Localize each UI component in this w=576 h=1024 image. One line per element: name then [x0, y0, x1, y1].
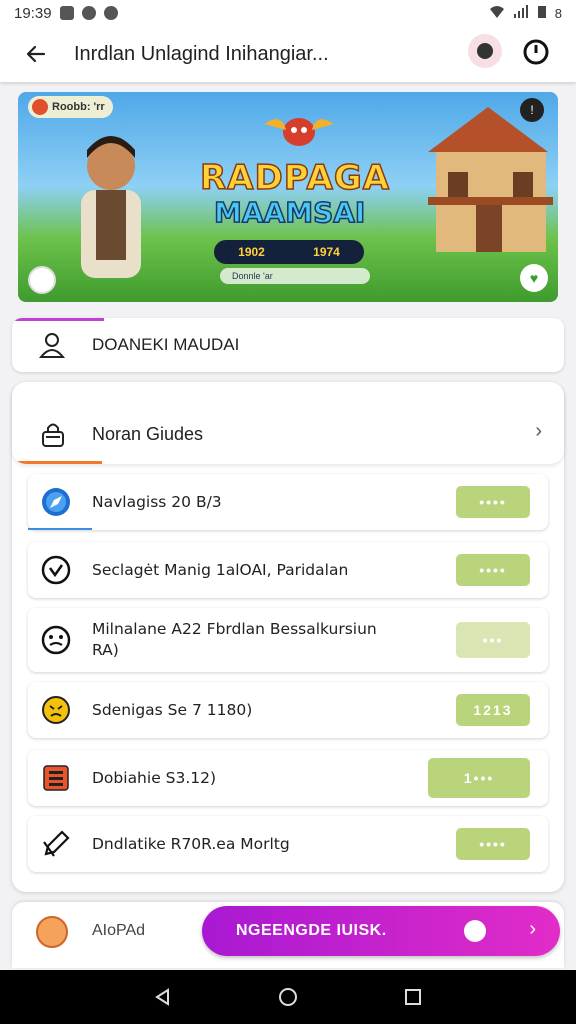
banner-stat-right: 1974: [313, 245, 340, 259]
list-item[interactable]: Sdenigas Se 7 1180) 1213: [28, 682, 548, 738]
system-nav-bar: [0, 970, 576, 1024]
face-icon: [41, 625, 71, 655]
square-recents-icon: [405, 989, 422, 1005]
book-icon: [43, 765, 69, 791]
chat-icon: [464, 920, 486, 942]
wifi-icon: [489, 5, 505, 22]
list-item[interactable]: Seclagėt Manig 1alOAI, Paridalan ••••: [28, 542, 548, 598]
list-item-label: Dobiahie S3.12): [92, 768, 217, 787]
banner-subtitle: MAAMSAI: [213, 195, 366, 230]
app-bar: Inrdlan Unlagind Inihangiar...: [0, 26, 576, 82]
list-item-pill[interactable]: 1•••: [428, 758, 530, 798]
list-item-pill[interactable]: •••: [456, 622, 530, 658]
signal-icon: [513, 4, 529, 22]
account-label: DOANEKI MAUDAI: [92, 335, 240, 354]
message-icon: [103, 6, 118, 20]
character-illustration: [81, 136, 141, 278]
list-item-label: Dndlatike R70R.ea Morltg: [92, 834, 290, 853]
emoji-face-icon: [36, 916, 68, 948]
chevron-right-icon: ›: [535, 420, 542, 442]
status-bar: 19:39 8: [0, 0, 576, 26]
bottom-label: AIoPAd: [92, 922, 146, 939]
nav-back-button[interactable]: [143, 977, 183, 1017]
guides-header-label: Noran Giudes: [92, 423, 204, 444]
chevron-right-icon: ›: [529, 918, 536, 940]
list-item-pill[interactable]: 1213: [456, 694, 530, 726]
lock-icon: [42, 423, 64, 447]
clock-icon: [41, 555, 71, 585]
house-illustration: [428, 107, 553, 252]
banner-stat-left: 1902: [238, 245, 265, 259]
list-item[interactable]: Dobiahie S3.12) 1•••: [28, 750, 548, 806]
account-card[interactable]: DOANEKI MAUDAI: [12, 318, 564, 372]
notification-icon: [81, 6, 96, 20]
list-item-label: Milnalane A22 Fbrdlan Bessalkursiun RA): [92, 620, 377, 659]
battery-icon: [537, 5, 547, 22]
edit-icon: [43, 830, 70, 857]
banner-stats: 1902 1974: [214, 240, 364, 264]
list-item-label: Sdenigas Se 7 1180): [92, 700, 253, 719]
nav-home-button[interactable]: [268, 977, 308, 1017]
list-item-pill[interactable]: ••••: [456, 828, 530, 860]
emoji-icon: [42, 696, 70, 724]
banner-info-icon[interactable]: !: [520, 98, 544, 122]
banner-avatar: [28, 266, 56, 294]
list-item-pill[interactable]: ••••: [456, 486, 530, 518]
guides-panel: Noran Giudes › Navlagiss 20 B/3 •••• Sec…: [12, 382, 564, 892]
list-item[interactable]: Dndlatike R70R.ea Morltg ••••: [28, 816, 548, 872]
triangle-back-icon: [154, 988, 169, 1006]
guides-header[interactable]: Noran Giudes ›: [12, 382, 564, 464]
arrow-left-icon: [26, 45, 46, 63]
banner-badge: Roobb: 'rr: [28, 96, 113, 118]
banner-title: RADPAGA: [199, 157, 391, 199]
list-item-label: Navlagiss 20 B/3: [92, 492, 222, 511]
banner-caption: Donnle 'ar: [220, 268, 370, 284]
status-right-text: 8: [554, 5, 562, 21]
power-icon: [523, 39, 549, 65]
gallery-icon: [59, 6, 74, 20]
back-button[interactable]: [12, 30, 60, 78]
mascot-illustration: [264, 118, 334, 146]
circle-home-icon: [278, 988, 297, 1006]
list-item[interactable]: Navlagiss 20 B/3 ••••: [28, 474, 548, 530]
heart-icon[interactable]: ♥: [520, 264, 548, 292]
nav-recents-button[interactable]: [393, 977, 433, 1017]
list-item-pill[interactable]: ••••: [456, 554, 530, 586]
primary-action-button[interactable]: NGEENGDE IUISK. ›: [202, 906, 560, 956]
list-item[interactable]: Milnalane A22 Fbrdlan Bessalkursiun RA) …: [28, 608, 548, 672]
compass-icon: [42, 488, 70, 516]
status-time: 19:39: [14, 4, 52, 22]
power-button[interactable]: [518, 34, 554, 70]
profile-avatar-button[interactable]: [468, 34, 502, 68]
page-title: Inrdlan Unlagind Inihangiar...: [74, 42, 329, 65]
cta-label: NGEENGDE IUISK.: [236, 922, 387, 939]
list-item-label: Seclagėt Manig 1alOAI, Paridalan: [92, 560, 349, 579]
game-banner[interactable]: Roobb: 'rr ! RADPAGA MAAMSAI 1902 1974 D…: [18, 92, 558, 302]
user-icon: [38, 333, 66, 358]
